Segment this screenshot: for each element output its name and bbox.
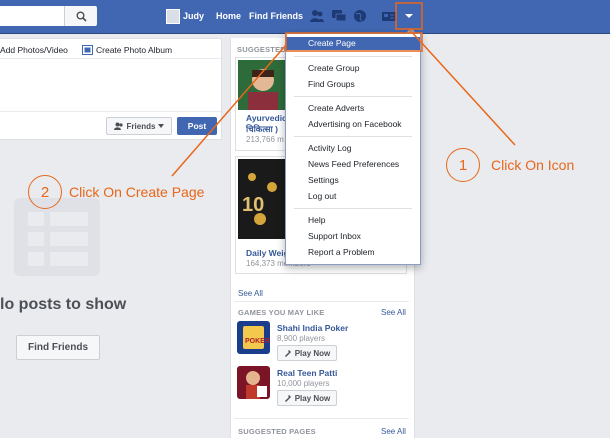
step1-number-circle: 1 [446,148,480,182]
search-button[interactable] [64,6,97,26]
step2-instruction-text: Click On Create Page [69,184,205,200]
menu-separator [294,208,412,209]
game-title[interactable]: Shahi India Poker [277,323,348,333]
menu-item-advertising[interactable]: Advertising on Facebook [286,118,420,131]
game-players: 10,000 players [277,379,330,388]
friends-icon [113,122,123,130]
menu-separator [294,56,412,57]
games-header: GAMES YOU MAY LIKE [238,308,325,317]
game-controller-icon [284,395,291,402]
suggested-header: SUGGESTED [237,45,286,54]
audience-label: Friends [126,121,156,131]
chevron-down-icon [158,124,165,128]
account-menu-button[interactable] [398,5,420,27]
add-photos-video-link[interactable]: Add Photos/Video [0,45,68,55]
suggested-group-title-line2[interactable]: चिकित्सा ) [246,124,278,135]
menu-item-report-problem[interactable]: Report a Problem [286,246,420,259]
play-now-label: Play Now [294,348,331,358]
menu-item-find-groups[interactable]: Find Groups [286,78,420,91]
notifications-globe-icon[interactable] [352,9,368,23]
menu-separator [294,96,412,97]
suggested-group-title[interactable]: Ayurvedic [246,113,287,123]
see-all-pages-link[interactable]: See All [381,427,406,436]
messages-icon[interactable] [331,9,347,23]
menu-item-log-out[interactable]: Log out [286,190,420,203]
friend-requests-icon[interactable] [309,9,325,23]
menu-separator [294,136,412,137]
shahi-poker-game-icon[interactable]: POKER [237,321,270,354]
profile-link[interactable]: Judy [183,11,204,21]
create-photo-album-link[interactable]: Create Photo Album [96,45,172,55]
section-divider [234,418,409,419]
svg-text:10: 10 [242,194,264,216]
post-button[interactable]: Post [177,117,217,135]
avatar[interactable] [166,9,180,24]
no-posts-message: lo posts to show [0,296,127,313]
step1-instruction-text: Click On Icon [491,157,575,173]
menu-item-help[interactable]: Help [286,214,420,227]
menu-item-news-feed-preferences[interactable]: News Feed Preferences [286,158,420,171]
suggested-pages-header: SUGGESTED PAGES [238,427,316,436]
quick-help-icon[interactable] [381,9,397,23]
menu-item-activity-log[interactable]: Activity Log [286,142,420,155]
menu-item-create-page[interactable]: Create Page [286,37,420,50]
suggested-group-members: 213,766 m [246,135,284,144]
composer-divider [0,58,221,59]
see-all-games-link[interactable]: See All [381,308,406,317]
svg-text:POKER: POKER [245,338,270,345]
suggested-group-title[interactable]: Daily Weig [246,248,289,258]
group-thumbnail-image: 10 [238,159,288,239]
composer-footer-divider [0,111,221,112]
photo-album-icon [82,45,93,55]
play-now-label: Play Now [294,393,331,403]
game-players: 8,900 players [277,334,326,343]
search-icon [76,11,87,22]
group-thumbnail-image [238,60,288,110]
real-teen-patti-game-icon[interactable] [237,366,270,399]
see-all-suggested-link[interactable]: See All [238,289,263,298]
empty-feed-illustration-icon [14,198,100,276]
play-now-button[interactable]: Play Now [277,390,337,406]
dropdown-pointer [405,28,417,34]
find-friends-button[interactable]: Find Friends [16,335,100,360]
step1-pointer-line [408,28,516,146]
home-link[interactable]: Home [216,11,241,21]
account-dropdown-menu: Create Page Create Group Find Groups Cre… [285,28,421,265]
menu-item-create-adverts[interactable]: Create Adverts [286,102,420,115]
find-friends-link[interactable]: Find Friends [249,11,303,21]
step2-number-circle: 2 [28,175,62,209]
chevron-down-icon [405,14,413,18]
menu-item-settings[interactable]: Settings [286,174,420,187]
menu-item-support-inbox[interactable]: Support Inbox [286,230,420,243]
play-now-button[interactable]: Play Now [277,345,337,361]
game-controller-icon [284,350,291,357]
section-divider [234,301,409,302]
menu-item-create-group[interactable]: Create Group [286,62,420,75]
game-title[interactable]: Real Teen Patti [277,368,337,378]
audience-selector[interactable]: Friends [106,117,172,135]
